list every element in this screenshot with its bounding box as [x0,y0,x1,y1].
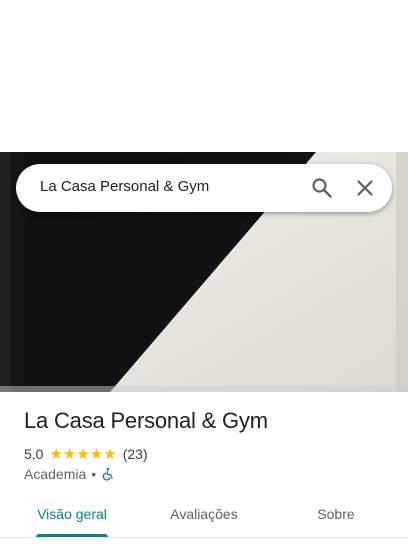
empty-area [0,0,408,152]
rating-value: 5,0 [24,446,44,462]
star-icons: ★★★★★ [49,445,117,463]
search-input[interactable]: La Casa Personal & Gym [40,178,209,195]
place-category[interactable]: Academia [24,466,86,482]
place-title: La Casa Personal & Gym [24,408,268,433]
separator-dot: • [91,466,97,482]
star-rating: ★★★★★ [49,447,116,462]
category-row: Academia • [24,465,115,483]
close-icon[interactable] [353,176,377,200]
rating-row[interactable]: 5,0 ★★★★★ (23) [24,445,148,463]
search-icon[interactable] [310,176,334,200]
wheelchair-accessible-icon [101,467,115,481]
review-count[interactable]: (23) [123,446,148,462]
tabs-divider [0,537,408,538]
search-box[interactable]: La Casa Personal & Gym [16,164,392,212]
